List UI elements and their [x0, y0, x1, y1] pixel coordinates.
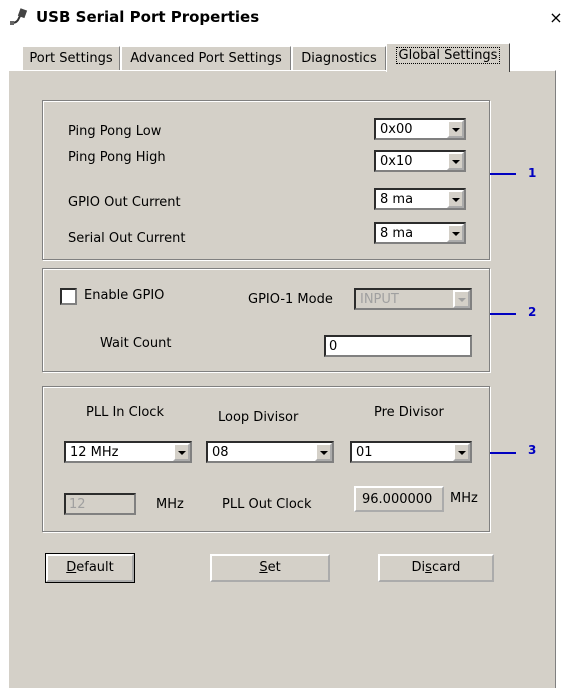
- usb-plug-icon: [10, 8, 28, 25]
- gpio1-mode-label: GPIO-1 Mode: [248, 292, 333, 307]
- pll-in-mhz-value: 12: [69, 497, 86, 512]
- pll-out-clock-value: 96.000000: [362, 492, 433, 507]
- tab-label: Global Settings: [395, 47, 501, 64]
- close-icon[interactable]: ×: [548, 10, 564, 26]
- serial-out-current-label: Serial Out Current: [68, 231, 186, 246]
- pll-out-clock-readout: 96.000000: [354, 486, 444, 512]
- chevron-down-icon[interactable]: [447, 120, 464, 138]
- ping-pong-low-label: Ping Pong Low: [68, 124, 162, 139]
- chevron-down-icon[interactable]: [173, 443, 190, 461]
- loop-divisor-label: Loop Divisor: [218, 410, 299, 425]
- pll-in-clock-value: 12 MHz: [70, 445, 119, 460]
- chevron-down-icon[interactable]: [447, 190, 464, 208]
- serial-out-current-value: 8 ma: [380, 226, 414, 241]
- chevron-down-icon[interactable]: [447, 224, 464, 242]
- ping-pong-high-label: Ping Pong High: [68, 150, 166, 165]
- set-button-label-post: et: [267, 560, 281, 575]
- pll-out-clock-unit: MHz: [450, 491, 478, 506]
- tab-label: Port Settings: [29, 51, 113, 66]
- default-button-label-post: efault: [76, 560, 114, 575]
- pll-in-clock-label: PLL In Clock: [86, 405, 164, 420]
- enable-gpio-checkbox[interactable]: [60, 288, 77, 305]
- loop-divisor-value: 08: [212, 445, 229, 460]
- tab-advanced-port-settings[interactable]: Advanced Port Settings: [121, 46, 291, 71]
- pre-divisor-select[interactable]: 01: [350, 441, 472, 463]
- gpio-out-current-value: 8 ma: [380, 192, 414, 207]
- pll-in-clock-select[interactable]: 12 MHz: [64, 441, 192, 463]
- chevron-down-icon[interactable]: [447, 152, 464, 170]
- ping-pong-high-value: 0x10: [380, 154, 413, 169]
- tab-diagnostics[interactable]: Diagnostics: [292, 46, 386, 71]
- discard-button-label-pre: Di: [411, 560, 426, 575]
- callout-number-3: 3: [528, 443, 537, 457]
- gpio-out-current-label: GPIO Out Current: [68, 195, 181, 210]
- tab-label: Advanced Port Settings: [130, 51, 282, 66]
- pll-in-mhz-input: 12: [64, 493, 136, 515]
- callout-line-2: [490, 313, 516, 315]
- discard-button[interactable]: Discard: [378, 554, 494, 582]
- properties-window: USB Serial Port Properties × Port Settin…: [0, 0, 568, 688]
- wait-count-value: 0: [329, 339, 338, 354]
- pll-in-mhz-unit: MHz: [156, 497, 184, 512]
- callout-number-2: 2: [528, 305, 537, 319]
- pre-divisor-value: 01: [356, 445, 373, 460]
- callout-line-1: [490, 173, 516, 175]
- ping-pong-low-value: 0x00: [380, 122, 413, 137]
- gpio-out-current-select[interactable]: 8 ma: [374, 188, 466, 210]
- chevron-down-icon[interactable]: [453, 443, 470, 461]
- pre-divisor-label: Pre Divisor: [374, 405, 444, 420]
- set-button-accelerator: S: [259, 560, 268, 575]
- default-button[interactable]: Default: [45, 553, 135, 583]
- wait-count-label: Wait Count: [100, 336, 172, 351]
- ping-pong-high-select[interactable]: 0x10: [374, 150, 466, 172]
- default-button-accelerator: D: [66, 560, 77, 575]
- chevron-down-icon: [453, 290, 470, 308]
- tab-label: Diagnostics: [301, 51, 377, 66]
- window-title: USB Serial Port Properties: [36, 8, 260, 26]
- tab-global-settings[interactable]: Global Settings: [386, 43, 510, 72]
- serial-out-current-select[interactable]: 8 ma: [374, 222, 466, 244]
- discard-button-accelerator: s: [425, 560, 432, 575]
- discard-button-label-post: card: [431, 560, 461, 575]
- gpio1-mode-value: INPUT: [360, 292, 399, 307]
- title-bar[interactable]: USB Serial Port Properties ×: [0, 0, 568, 34]
- loop-divisor-select[interactable]: 08: [206, 441, 334, 463]
- wait-count-input[interactable]: 0: [324, 335, 472, 357]
- chevron-down-icon[interactable]: [315, 443, 332, 461]
- pll-out-clock-label: PLL Out Clock: [222, 497, 312, 512]
- tab-port-settings[interactable]: Port Settings: [22, 46, 120, 71]
- callout-line-3: [490, 452, 516, 454]
- set-button[interactable]: Set: [210, 554, 330, 582]
- enable-gpio-label: Enable GPIO: [84, 288, 165, 303]
- ping-pong-low-select[interactable]: 0x00: [374, 118, 466, 140]
- gpio1-mode-select: INPUT: [354, 288, 472, 310]
- callout-number-1: 1: [528, 166, 537, 180]
